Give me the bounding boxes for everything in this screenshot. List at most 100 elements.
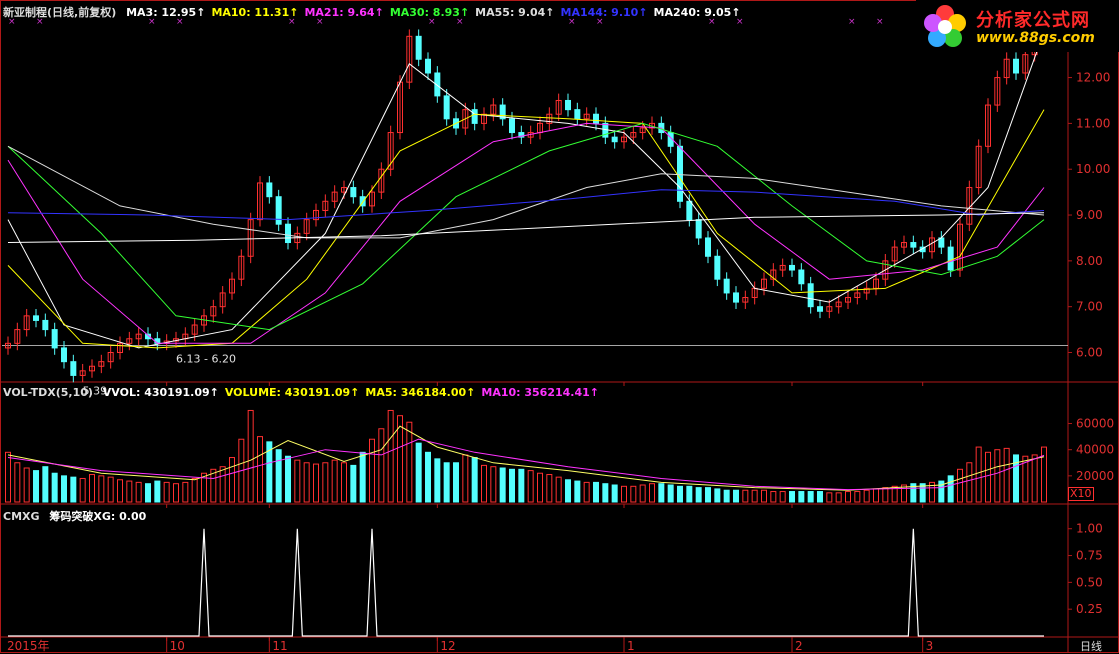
volume-bar xyxy=(854,491,861,503)
volume-bar xyxy=(135,481,142,503)
volume-bar xyxy=(985,451,991,503)
volume-header: VOL-TDX(5,10) VVOL: 430191.09↑ VOLUME: 43… xyxy=(3,386,611,399)
volume-bar xyxy=(807,491,814,503)
volume-bar xyxy=(593,481,599,503)
candle-body xyxy=(61,347,67,363)
vol-legend-item: MA10: 356214.41↑ xyxy=(481,386,599,399)
volume-bar xyxy=(751,489,758,503)
volume-bar xyxy=(51,472,58,503)
volume-bar xyxy=(518,468,525,503)
volume-bar xyxy=(966,462,973,503)
y-tick-label: 40000 xyxy=(1076,443,1114,457)
ma-legend-item: MA55: 9.04↑ xyxy=(475,6,555,19)
y-tick-label: 8.00 xyxy=(1076,254,1103,268)
volume-bar xyxy=(443,462,450,503)
ma-legend-item: MA21: 9.64↑ xyxy=(304,6,384,19)
volume-bar xyxy=(70,476,77,503)
candle-body xyxy=(42,319,49,331)
y-tick-label: 7.00 xyxy=(1076,300,1103,314)
volume-bar xyxy=(79,477,86,503)
vol-legend-item: VOLUME: 430191.09↑ xyxy=(224,386,360,399)
volume-bar xyxy=(33,470,39,503)
vol-legend-item: MA5: 346184.00↑ xyxy=(365,386,476,399)
x-axis-label: 12 xyxy=(440,639,455,653)
volume-bar xyxy=(565,479,571,503)
volume-bar xyxy=(583,481,590,503)
stock-chart[interactable]: 13.0012.0011.0010.009.008.007.006.006000… xyxy=(0,0,1119,653)
candle-body xyxy=(910,242,917,248)
volume-bar xyxy=(145,483,151,503)
price-header: 新亚制程(日线,前复权) MA3: 12.95↑ MA10: 11.31↑ MA21… xyxy=(3,4,753,20)
volume-bar xyxy=(611,484,618,503)
volume-bar xyxy=(686,485,693,503)
volume-bar xyxy=(770,491,777,503)
volume-bar xyxy=(947,475,954,503)
volume-bar xyxy=(863,489,870,503)
volume-bar xyxy=(695,487,702,503)
volume-bar xyxy=(219,466,226,503)
candle-body xyxy=(33,315,39,321)
volume-title: VOL-TDX(5,10) xyxy=(3,386,93,399)
volume-ma5-line xyxy=(7,425,1045,491)
volume-bar xyxy=(275,449,282,503)
volume-bar xyxy=(602,483,609,503)
candle-body xyxy=(275,196,282,225)
price-annotation: 6.13 - 6.20 xyxy=(176,353,236,366)
indicator-header: CMXG 筹码突破XG: 0.00 xyxy=(3,508,158,524)
candle-body xyxy=(817,306,823,312)
logo-url: www.88gs.com xyxy=(976,30,1095,46)
volume-bar xyxy=(341,462,347,503)
volume-bar xyxy=(322,462,329,503)
candle-body xyxy=(350,187,357,198)
volume-bar xyxy=(98,475,105,503)
volume-bar xyxy=(154,480,161,503)
y-tick-label: 12.00 xyxy=(1076,71,1110,85)
volume-bar xyxy=(845,491,851,503)
candle-body xyxy=(695,219,702,239)
candle-body xyxy=(154,338,161,344)
volume-bar xyxy=(527,470,534,503)
volume-bar xyxy=(14,462,21,503)
candle-body xyxy=(705,237,711,257)
candle-body xyxy=(723,278,730,294)
volume-bar xyxy=(499,467,506,503)
volume-bar xyxy=(798,491,805,503)
volume-bar xyxy=(490,466,497,503)
volume-bar xyxy=(639,484,646,503)
volume-bar xyxy=(350,464,357,503)
candle-body xyxy=(1013,58,1019,74)
flower-logo-icon xyxy=(924,5,966,47)
candle-body xyxy=(471,109,478,124)
volume-bar xyxy=(369,438,375,503)
y-tick-label: 0.75 xyxy=(1076,549,1103,563)
volume-bar xyxy=(873,488,879,503)
volume-bar xyxy=(1003,447,1010,503)
ma-line-ma21 xyxy=(7,122,1045,344)
volume-bar xyxy=(882,487,889,503)
y-tick-label: 6.00 xyxy=(1076,346,1103,360)
volume-bar xyxy=(975,446,982,503)
ma-legend-item: MA10: 11.31↑ xyxy=(211,6,299,19)
period-label[interactable]: 日线 xyxy=(1080,638,1102,654)
candle-body xyxy=(425,58,431,74)
candle-body xyxy=(70,361,77,376)
candle-body xyxy=(807,283,814,308)
candle-body xyxy=(51,329,58,349)
volume-bar xyxy=(191,477,198,503)
ma-legend-item: MA30: 8.93↑ xyxy=(389,6,470,19)
volume-bar xyxy=(789,491,795,503)
volume-bar xyxy=(23,467,30,503)
volume-bar xyxy=(555,476,562,503)
volume-bar xyxy=(89,474,95,503)
volume-bar xyxy=(126,480,133,503)
volume-bar xyxy=(5,451,11,503)
ma-legend-item: MA240: 9.05↑ xyxy=(653,6,741,19)
candle-body xyxy=(789,264,795,271)
x-axis-label: 10 xyxy=(170,639,185,653)
logo-title: 分析家公式网 xyxy=(976,10,1090,31)
y-tick-label: 0.25 xyxy=(1076,602,1103,616)
volume-bar xyxy=(387,409,394,503)
volume-bar xyxy=(649,483,655,503)
volume-bar xyxy=(835,492,842,503)
ma-line-ma240 xyxy=(7,212,1045,243)
